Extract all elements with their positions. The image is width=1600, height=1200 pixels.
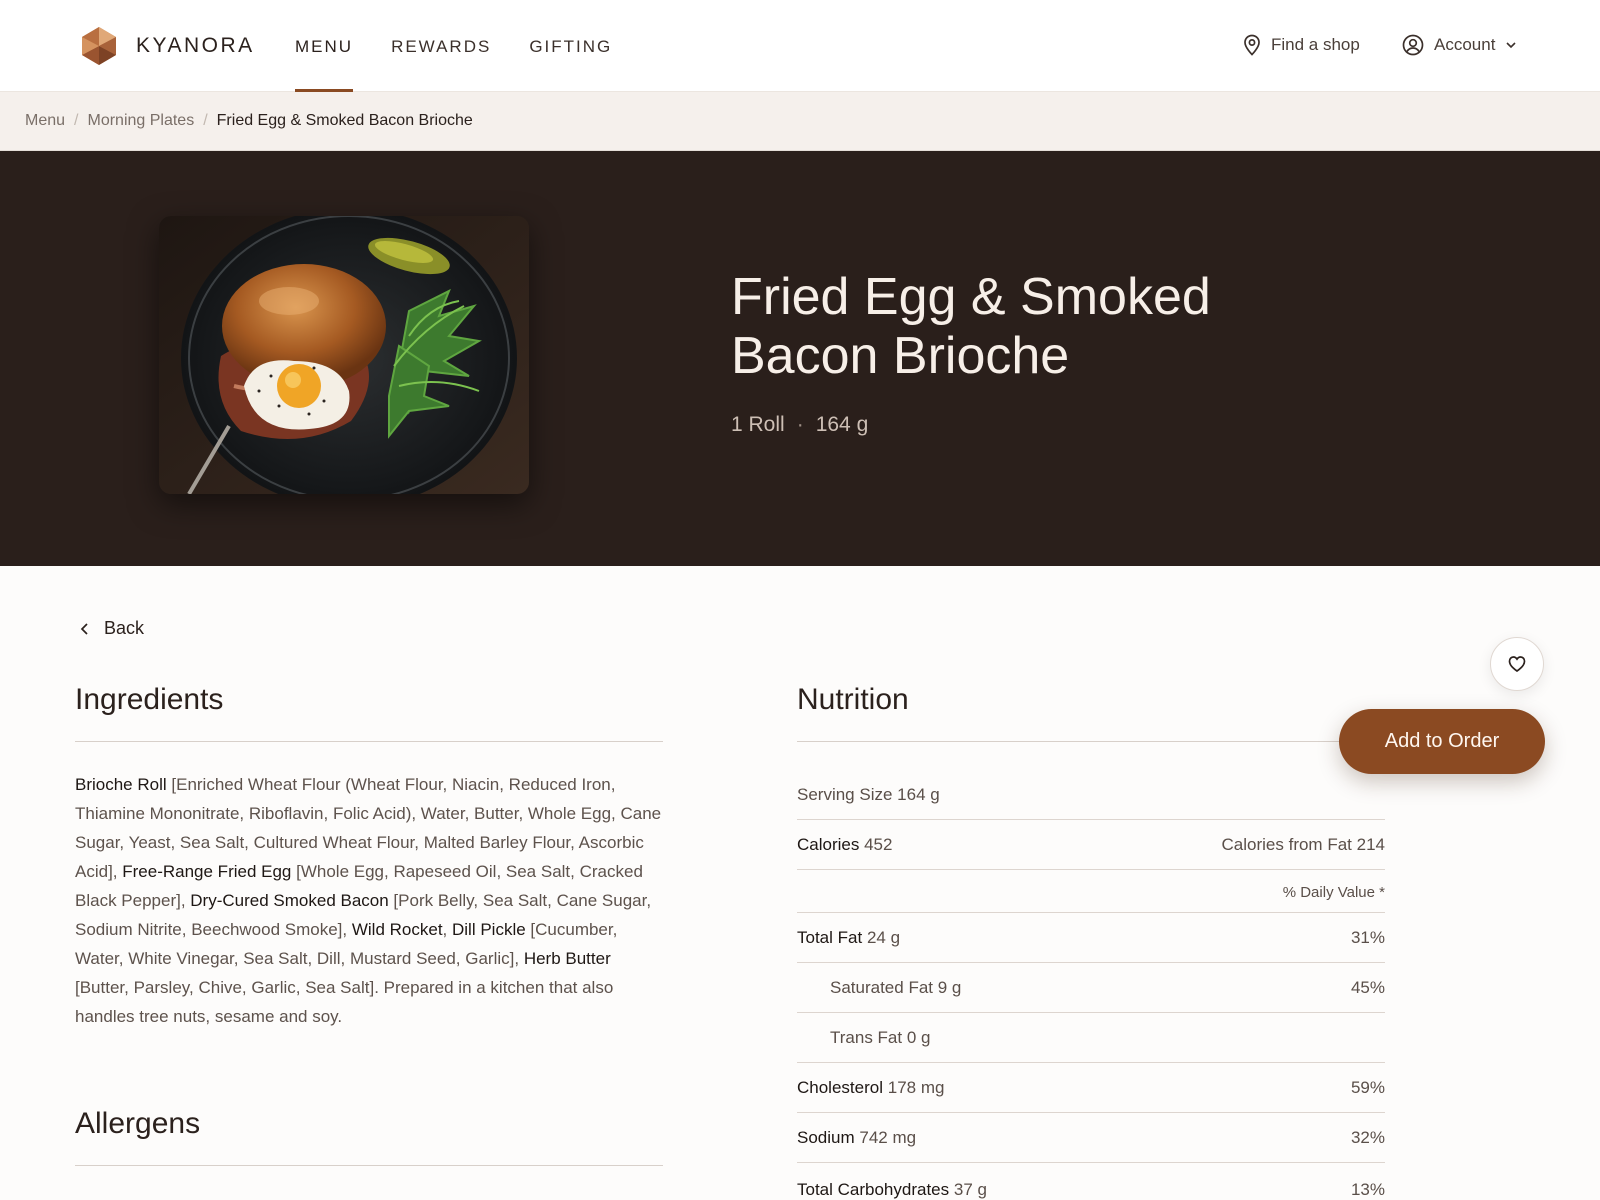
nutrient-row: Total Carbohydrates 37 g 13% — [797, 1163, 1385, 1200]
heart-icon — [1508, 656, 1526, 672]
product-hero: Fried Egg & Smoked Bacon Brioche 1 Roll … — [0, 151, 1600, 566]
breadcrumb-morning-plates[interactable]: Morning Plates — [87, 112, 194, 130]
ingredient-detail: , — [442, 920, 452, 939]
nutrition-divider — [797, 741, 1385, 742]
nutrient-amount: 178 mg — [887, 1078, 945, 1097]
nutrient-daily-value: 45% — [1350, 978, 1385, 997]
brand-name: KYANORA — [136, 34, 255, 57]
nutrient-row: Sodium 742 mg 32% — [797, 1113, 1385, 1163]
ingredient-name: Dill Pickle — [452, 920, 526, 939]
nutrient-daily-value: 31% — [1350, 928, 1385, 947]
ingredients-divider — [75, 741, 663, 742]
user-circle-icon — [1402, 34, 1424, 56]
serving-count: 1 Roll — [731, 413, 785, 436]
separator-dot: · — [796, 413, 804, 436]
nav-gifting[interactable]: GIFTING — [529, 0, 612, 92]
breadcrumb-separator: / — [74, 112, 79, 129]
nutrient-daily-value: 13% — [1350, 1180, 1385, 1199]
breadcrumb-bar: Menu / Morning Plates / Fried Egg & Smok… — [0, 92, 1600, 151]
nutrient-row: Saturated Fat 9 g 45% — [797, 963, 1385, 1013]
nutrient-amount: 37 g — [953, 1180, 987, 1199]
serving-size-value: 164 g — [897, 785, 940, 804]
account-label: Account — [1434, 35, 1496, 54]
chevron-down-icon — [1506, 42, 1517, 49]
ingredients-heading: Ingredients — [75, 683, 224, 716]
serving-size: Serving Size 164 g — [797, 785, 940, 805]
breadcrumb: Menu / Morning Plates / Fried Egg & Smok… — [25, 112, 473, 130]
serving-size-row: Serving Size 164 g — [797, 770, 1385, 820]
favorite-button[interactable] — [1490, 637, 1544, 691]
nutrient-label: Total Fat 24 g — [797, 928, 900, 948]
ingredient-name: Dry-Cured Smoked Bacon — [190, 891, 389, 910]
product-title: Fried Egg & Smoked Bacon Brioche — [731, 268, 1211, 385]
nutrient-label: Trans Fat 0 g — [830, 1028, 930, 1048]
back-label: Back — [104, 618, 145, 638]
product-photo — [159, 216, 529, 494]
ingredient-name: Brioche Roll — [75, 775, 167, 794]
nutrient-amount: 9 g — [937, 978, 962, 997]
calories-from-fat-value: 214 — [1356, 835, 1385, 854]
daily-value-header-row: % Daily Value * — [797, 870, 1385, 913]
find-shop-link[interactable]: Find a shop — [1243, 34, 1360, 56]
nutrient-label: Cholesterol 178 mg — [797, 1078, 944, 1098]
site-header: KYANORA MENU REWARDS GIFTING Find a shop… — [0, 0, 1600, 92]
serving-size-label: Serving Size — [797, 785, 893, 804]
nutrient-label: Saturated Fat 9 g — [830, 978, 961, 998]
ingredients-text: Brioche Roll [Enriched Wheat Flour (Whea… — [75, 770, 665, 1031]
ingredient-detail: [Butter, Parsley, Chive, Garlic, Sea Sal… — [75, 978, 614, 1026]
calories-row: Calories 452 Calories from Fat 214 — [797, 820, 1385, 870]
calories-label: Calories — [797, 835, 860, 854]
ingredient-name: Wild Rocket — [351, 920, 443, 939]
nav-menu[interactable]: MENU — [295, 0, 354, 92]
nutrient-daily-value: 32% — [1350, 1128, 1385, 1147]
account-menu[interactable]: Account — [1402, 34, 1517, 56]
calories: Calories 452 — [797, 835, 892, 855]
nutrient-label: Sodium 742 mg — [797, 1128, 916, 1148]
nutrient-row: Cholesterol 178 mg 59% — [797, 1063, 1385, 1113]
nutrient-name: Total Fat — [797, 928, 863, 947]
brioche-plate-image — [159, 216, 529, 494]
allergens-divider — [75, 1165, 663, 1166]
product-serving: 1 Roll · 164 g — [731, 413, 868, 437]
nutrient-name: Saturated Fat — [830, 978, 934, 997]
nutrient-row: Trans Fat 0 g — [797, 1013, 1385, 1063]
nutrient-label: Total Carbohydrates 37 g — [797, 1180, 987, 1200]
allergens-heading: Allergens — [75, 1107, 201, 1140]
nutrient-amount: 24 g — [866, 928, 901, 947]
kyanora-logo-icon — [82, 27, 116, 65]
nutrient-daily-value: 59% — [1350, 1078, 1385, 1097]
add-to-order-button[interactable]: Add to Order — [1339, 709, 1545, 774]
main-nav: MENU REWARDS GIFTING — [295, 0, 650, 92]
brand-logo[interactable]: KYANORA — [80, 26, 255, 66]
ingredient-name: Free-Range Fried Egg — [122, 862, 292, 881]
nutrient-name: Cholesterol — [797, 1078, 883, 1097]
nav-rewards[interactable]: REWARDS — [391, 0, 491, 92]
nutrient-amount: 742 mg — [859, 1128, 917, 1147]
nutrient-name: Trans Fat — [830, 1028, 903, 1047]
nutrient-name: Sodium — [797, 1128, 855, 1147]
daily-value-header: % Daily Value * — [1282, 884, 1385, 901]
breadcrumb-separator: / — [203, 112, 208, 129]
map-pin-icon — [1244, 34, 1260, 56]
breadcrumb-current: Fried Egg & Smoked Bacon Brioche — [216, 112, 473, 129]
calories-from-fat-label: Calories from Fat — [1221, 835, 1352, 854]
ingredient-name: Herb Butter — [523, 949, 611, 968]
back-link[interactable]: Back — [80, 618, 144, 639]
breadcrumb-menu[interactable]: Menu — [25, 112, 65, 130]
serving-weight: 164 g — [815, 413, 869, 436]
chevron-left-icon — [80, 622, 88, 635]
nutrient-name: Total Carbohydrates — [797, 1180, 950, 1199]
calories-value: 452 — [864, 835, 893, 854]
find-shop-label: Find a shop — [1271, 35, 1360, 54]
nutrient-row: Total Fat 24 g 31% — [797, 913, 1385, 963]
nutrient-amount: 0 g — [906, 1028, 931, 1047]
nutrition-heading: Nutrition — [797, 683, 909, 716]
calories-from-fat: Calories from Fat 214 — [1222, 835, 1385, 855]
